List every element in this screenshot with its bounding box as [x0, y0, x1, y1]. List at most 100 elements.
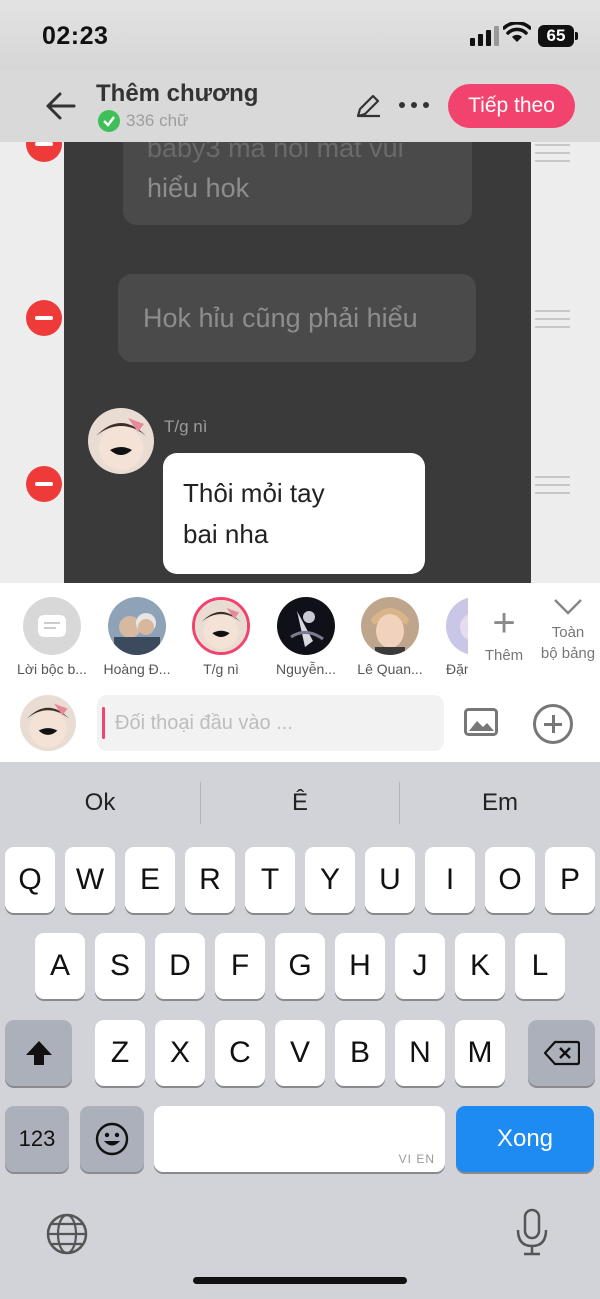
page-title: Thêm chương — [96, 80, 259, 107]
key-a[interactable]: A — [35, 933, 85, 999]
avatar — [361, 597, 419, 655]
avatar — [108, 597, 166, 655]
character-narrator[interactable]: Lời bộc b... — [12, 597, 92, 677]
dialogue-input[interactable] — [115, 695, 435, 751]
narration-icon — [23, 597, 81, 655]
character-label: Lê Quan... — [357, 661, 423, 677]
add-character-button[interactable]: + Thêm — [480, 601, 528, 664]
key-x[interactable]: X — [155, 1020, 205, 1086]
key-q[interactable]: Q — [5, 847, 55, 913]
emoji-key[interactable] — [80, 1106, 144, 1172]
message-text: bai nha — [183, 519, 269, 549]
key-y[interactable]: Y — [305, 847, 355, 913]
plus-icon: + — [492, 601, 516, 645]
avatar — [446, 597, 468, 655]
key-n[interactable]: N — [395, 1020, 445, 1086]
emoji-icon — [95, 1122, 129, 1156]
key-z[interactable]: Z — [95, 1020, 145, 1086]
shift-icon — [25, 1041, 52, 1065]
add-character-label: Thêm — [484, 647, 524, 664]
avatar — [277, 597, 335, 655]
key-k[interactable]: K — [455, 933, 505, 999]
microphone-icon[interactable] — [514, 1208, 550, 1256]
chevron-down-icon — [554, 599, 582, 615]
delete-message-icon[interactable] — [26, 300, 62, 336]
home-indicator — [193, 1277, 407, 1284]
word-count-text: 336 chữ — [126, 111, 189, 130]
suggestion-bar: Ok Ê Em — [0, 762, 600, 844]
character-label: Nguyễn... — [276, 661, 336, 677]
edit-pencil-icon[interactable] — [354, 92, 382, 120]
drag-handle-icon[interactable] — [535, 310, 570, 334]
delete-message-icon[interactable] — [26, 466, 62, 502]
show-all-label: bộ bảng — [540, 645, 596, 662]
text-cursor — [102, 707, 105, 739]
dialogue-input-field — [97, 695, 444, 751]
show-all-button[interactable]: Toàn bộ bảng — [536, 597, 600, 664]
backspace-key[interactable] — [528, 1020, 595, 1086]
key-r[interactable]: R — [185, 847, 235, 913]
key-b[interactable]: B — [335, 1020, 385, 1086]
key-o[interactable]: O — [485, 847, 535, 913]
key-h[interactable]: H — [335, 933, 385, 999]
key-d[interactable]: D — [155, 933, 205, 999]
space-key[interactable]: VI EN — [154, 1106, 445, 1172]
done-key[interactable]: Xong — [456, 1106, 594, 1172]
add-circle-icon[interactable] — [533, 704, 573, 744]
character-label: Đặn — [446, 661, 468, 677]
more-options-icon[interactable] — [399, 102, 429, 108]
wifi-icon — [503, 22, 531, 42]
message-bubble[interactable]: Hok hỉu cũng phải hiểu — [118, 274, 476, 362]
battery-icon: 65 — [538, 25, 578, 47]
key-l[interactable]: L — [515, 933, 565, 999]
key-e[interactable]: E — [125, 847, 175, 913]
suggestion-item[interactable]: Em — [400, 762, 600, 844]
key-w[interactable]: W — [65, 847, 115, 913]
message-bubble[interactable]: baby3 mà nói mất vui hiểu hok — [123, 142, 472, 225]
key-v[interactable]: V — [275, 1020, 325, 1086]
character-label: Lời bộc b... — [17, 661, 87, 677]
avatar — [88, 408, 154, 474]
back-arrow-icon[interactable] — [44, 90, 76, 122]
key-i[interactable]: I — [425, 847, 475, 913]
word-count: 336 chữ — [98, 110, 188, 132]
character-item[interactable]: Đặn — [420, 597, 468, 677]
message-text: baby3 mà nói mất vui — [147, 142, 404, 163]
drag-handle-icon[interactable] — [535, 144, 570, 168]
status-bar: 02:23 65 — [0, 0, 600, 70]
screen: 02:23 65 Thêm chương 336 chữ Tiếp theo b… — [0, 0, 600, 1299]
avatar — [192, 597, 250, 655]
key-t[interactable]: T — [245, 847, 295, 913]
key-s[interactable]: S — [95, 933, 145, 999]
character-picker: Lời bộc b... Hoàng Đ... T/g nì Nguyễn...… — [0, 583, 600, 683]
chat-editor: baby3 mà nói mất vui hiểu hok Hok hỉu cũ… — [0, 142, 600, 583]
key-u[interactable]: U — [365, 847, 415, 913]
shift-key[interactable] — [5, 1020, 72, 1086]
image-icon[interactable] — [464, 708, 498, 736]
key-g[interactable]: G — [275, 933, 325, 999]
character-item[interactable]: Nguyễn... — [266, 597, 346, 677]
message-text: hiểu hok — [147, 173, 250, 203]
suggestion-item[interactable]: Ê — [200, 762, 400, 844]
drag-handle-icon[interactable] — [535, 476, 570, 500]
message-bubble[interactable]: Thôi mỏi tay bai nha — [163, 453, 425, 574]
key-j[interactable]: J — [395, 933, 445, 999]
numbers-key[interactable]: 123 — [5, 1106, 69, 1172]
character-item[interactable]: Hoàng Đ... — [97, 597, 177, 677]
next-button[interactable]: Tiếp theo — [448, 84, 575, 128]
globe-icon[interactable] — [45, 1212, 89, 1256]
suggestion-item[interactable]: Ok — [0, 762, 200, 844]
current-character-avatar[interactable] — [20, 695, 76, 751]
key-f[interactable]: F — [215, 933, 265, 999]
character-label: T/g nì — [203, 661, 239, 677]
message-text: Thôi mỏi tay — [183, 478, 325, 508]
character-item[interactable]: Lê Quan... — [350, 597, 430, 677]
key-m[interactable]: M — [455, 1020, 505, 1086]
dialogue-input-bar — [0, 683, 600, 762]
check-icon — [98, 110, 120, 132]
character-item-selected[interactable]: T/g nì — [181, 597, 261, 677]
key-c[interactable]: C — [215, 1020, 265, 1086]
key-p[interactable]: P — [545, 847, 595, 913]
cellular-signal-icon — [470, 26, 499, 46]
backspace-icon — [543, 1040, 580, 1066]
